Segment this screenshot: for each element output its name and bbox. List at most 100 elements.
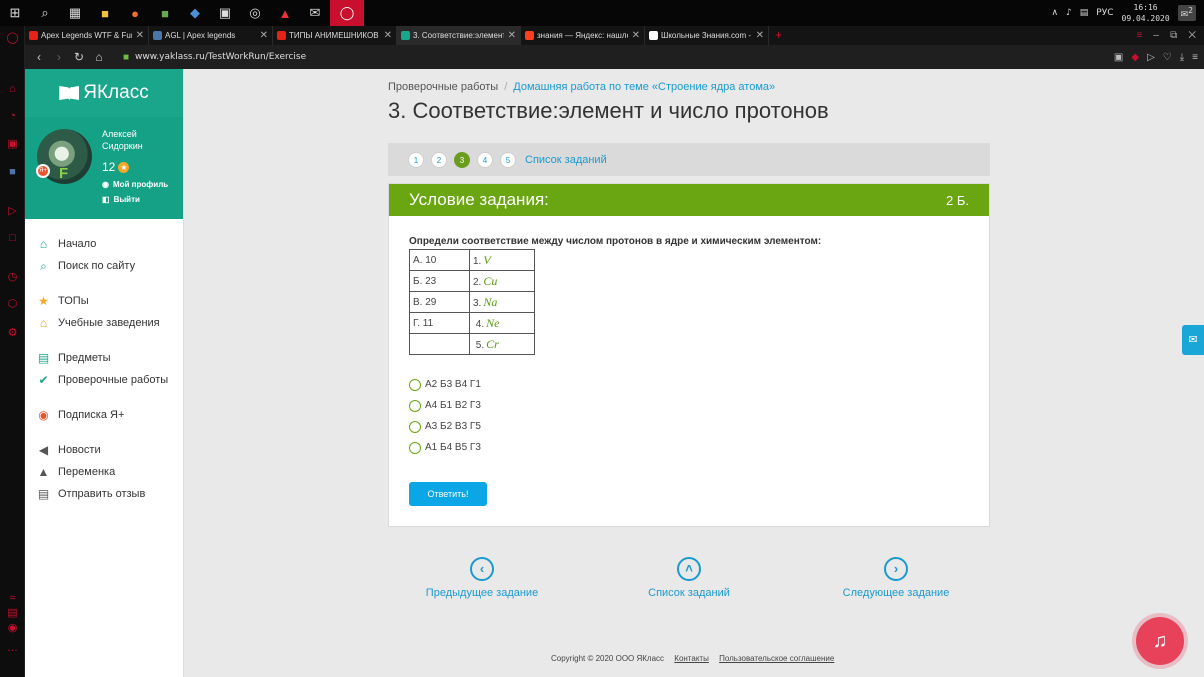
obs-icon[interactable]: ◎ [240,0,270,26]
epic-games-icon[interactable]: ▣ [210,0,240,26]
menu-item-tests[interactable]: ✔ Проверочные работы [25,369,183,391]
forward-icon[interactable]: › [49,50,69,64]
game-controller-icon[interactable]: ⌂ [5,82,20,97]
close-window-icon[interactable]: ✕ [1188,30,1196,41]
history-icon[interactable]: ◷ [5,270,20,285]
step-5[interactable]: 5 [500,151,516,168]
reload-icon[interactable]: ↻ [69,50,89,64]
home-icon[interactable]: ⌂ [89,50,109,64]
menu-item-subscription[interactable]: ◉ Подписка Я+ [25,404,183,426]
minecraft-icon[interactable]: ■ [150,0,180,26]
answer-button[interactable]: Ответить! [409,482,487,506]
send-icon[interactable]: ▷ [1147,52,1155,63]
step-3-current[interactable]: 3 [454,151,470,168]
tab-1[interactable]: Apex Legends WTF & Funn ✕ [25,26,149,45]
send-icon[interactable]: ▷ [5,204,20,219]
menu-item-news[interactable]: ◀ Новости [25,439,183,461]
next-task-link[interactable]: › Следующее задание [826,557,966,599]
easy-setup-icon[interactable]: ≡ [1192,52,1198,63]
breadcrumb-tests[interactable]: Проверочные работы [388,81,498,93]
menu-label: ТОПы [58,295,89,307]
memory-icon[interactable]: ▤ [5,606,20,621]
origin-icon[interactable]: ● [120,0,150,26]
menu-item-home[interactable]: ⌂ Начало [25,233,183,255]
breadcrumb-homework-link[interactable]: Домашняя работа по теме «Строение ядра а… [513,81,775,93]
step-1[interactable]: 1 [408,151,424,168]
opera-menu-icon[interactable]: ◯ [5,31,20,46]
chevron-up-icon[interactable]: ∧ [1051,8,1058,18]
close-tab-icon[interactable]: ✕ [508,30,516,41]
adblock-icon[interactable]: ◆ [1131,52,1139,63]
wifi-icon[interactable]: ≈ [5,591,20,606]
answer-option-1[interactable]: А2 Б3 В4 Г1 [409,374,481,395]
more-icon[interactable]: … [5,641,20,656]
menu-item-subjects[interactable]: ▤ Предметы [25,347,183,369]
task-list-bottom-link[interactable]: ˄ Список заданий [619,557,759,599]
tab-4-active[interactable]: 3. Соответствие:элемент и ✕ [397,26,521,45]
speed-icon[interactable]: ◔ [5,109,20,124]
opera-browser-icon[interactable]: ◯ [330,0,364,26]
settings-icon[interactable]: ⚙ [5,326,20,341]
step-2[interactable]: 2 [431,151,447,168]
game-app-icon[interactable]: ◆ [180,0,210,26]
twitch-icon[interactable]: ▣ [5,137,20,152]
wallet-icon[interactable]: □ [5,231,20,246]
back-icon[interactable]: ‹ [29,50,49,64]
apex-icon[interactable]: ▲ [270,0,300,26]
windows-start-icon[interactable]: ⊞ [0,0,30,26]
agreement-link[interactable]: Пользовательское соглашение [719,654,834,663]
disk-icon[interactable]: ◉ [5,621,20,636]
menu-item-schools[interactable]: ⌂ Учебные заведения [25,312,183,334]
tab-6[interactable]: Школьные Знания.com - Р ✕ [645,26,769,45]
close-tab-icon[interactable]: ✕ [136,30,144,41]
menu-item-search[interactable]: ⌕ Поиск по сайту [25,255,183,277]
tab-5[interactable]: знания — Яндекс: нашлось ✕ [521,26,645,45]
task-view-icon[interactable]: ▦ [60,0,90,26]
file-explorer-icon[interactable]: ■ [90,0,120,26]
radio-button[interactable] [409,378,421,391]
radio-button[interactable] [409,441,421,454]
heart-icon[interactable]: ♡ [1163,52,1172,63]
clock[interactable]: 16:16 09.04.2020 [1122,2,1170,24]
minimize-icon[interactable]: – [1153,30,1159,41]
cube-icon[interactable]: ⬡ [5,297,20,312]
new-tab-button[interactable]: + [775,26,782,45]
tab-2[interactable]: AGL | Apex legends ✕ [149,26,273,45]
notification-bell-icon[interactable]: ♫ [1136,617,1184,665]
user-name[interactable]: Алексей Сидоркин [102,128,172,152]
my-profile-link[interactable]: ◉ Мой профиль [102,180,168,189]
vk-icon[interactable]: ■ [5,165,20,180]
menu-item-tops[interactable]: ★ ТОПы [25,290,183,312]
answer-option-3[interactable]: А3 Б2 В3 Г5 [409,416,481,437]
feedback-mail-icon[interactable]: ✉ [1182,325,1204,355]
network-icon[interactable]: ▤ [1080,8,1089,18]
download-icon[interactable]: ⤓ [1180,52,1184,63]
answer-option-2[interactable]: А4 Б1 В2 Г3 [409,395,481,416]
step-4[interactable]: 4 [477,151,493,168]
close-tab-icon[interactable]: ✕ [756,30,764,41]
answer-option-4[interactable]: А1 Б4 В5 Г3 [409,437,481,458]
tab-menu-icon[interactable]: ≡ [1136,30,1142,41]
logout-link[interactable]: ◧ Выйти [102,195,140,204]
site-logo[interactable]: ЯКласс [25,69,183,117]
contacts-link[interactable]: Контакты [674,654,709,663]
prev-task-link[interactable]: ‹ Предыдущее задание [412,557,552,599]
tab-3[interactable]: ТИПЫ АНИМЕШНИКОВ НА ✕ [273,26,397,45]
close-tab-icon[interactable]: ✕ [260,30,268,41]
restore-icon[interactable]: ⧉ [1170,30,1177,41]
url-field[interactable]: www.yaklass.ru/TestWorkRun/Exercise [135,52,306,62]
lock-icon[interactable]: ■ [123,52,129,63]
menu-item-feedback[interactable]: ▤ Отправить отзыв [25,483,183,505]
close-tab-icon[interactable]: ✕ [632,30,640,41]
radio-button[interactable] [409,420,421,433]
camera-icon[interactable]: ▣ [1114,52,1123,63]
language-indicator[interactable]: РУС [1096,8,1113,18]
search-icon[interactable]: ⌕ [30,0,60,26]
notification-center-icon[interactable]: ✉2 [1177,5,1196,21]
close-tab-icon[interactable]: ✕ [384,30,392,41]
radio-button[interactable] [409,399,421,412]
task-list-link[interactable]: Список заданий [525,154,607,166]
messenger-icon[interactable]: ✉ [300,0,330,26]
volume-icon[interactable]: ♪ [1066,8,1072,18]
menu-item-break[interactable]: ▲ Переменка [25,461,183,483]
